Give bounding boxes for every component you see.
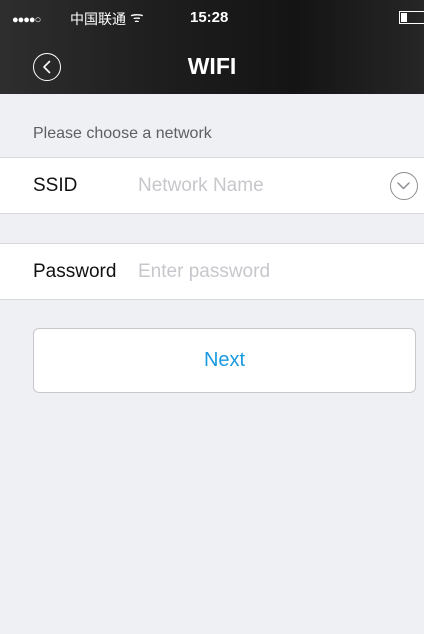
- chevron-down-icon: [397, 182, 410, 190]
- cellular-signal-icon: ●●●●○: [12, 14, 41, 26]
- carrier-name: 中国联通: [70, 11, 126, 27]
- ssid-label: SSID: [33, 175, 78, 196]
- section-label: Please choose a network: [33, 125, 212, 142]
- next-button[interactable]: Next: [33, 328, 416, 393]
- network-dropdown-button[interactable]: [390, 172, 418, 200]
- password-label: Password: [33, 261, 117, 282]
- app-header: ●●●●○ 中国联通 ᯤ 15:28 WIFI: [0, 0, 424, 94]
- ssid-row: SSID: [0, 157, 424, 214]
- battery-icon: [399, 11, 424, 24]
- status-time: 15:28: [190, 9, 229, 26]
- battery-level-fill: [401, 13, 407, 22]
- wifi-signal-icon: ᯤ: [130, 9, 144, 26]
- status-bar: ●●●●○ 中国联通 ᯤ 15:28: [0, 0, 424, 40]
- password-row: Password: [0, 243, 424, 300]
- password-input[interactable]: [138, 260, 388, 284]
- page-title: WIFI: [187, 53, 237, 79]
- ssid-input[interactable]: [138, 174, 368, 198]
